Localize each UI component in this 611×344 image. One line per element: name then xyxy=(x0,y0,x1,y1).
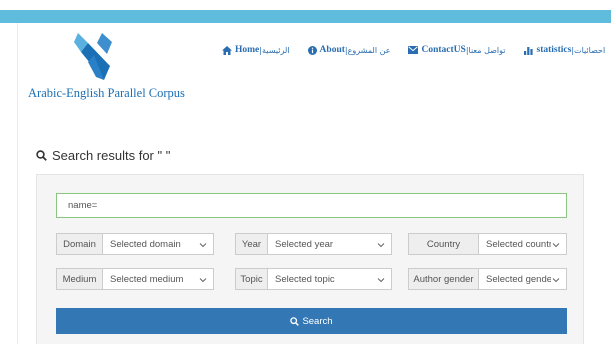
author-gender-filter[interactable]: Author gender Selected gender xyxy=(408,268,567,290)
nav-about-label-ar: |عن المشروع xyxy=(344,45,391,55)
logo-mark-icon xyxy=(74,33,112,80)
medium-label: Medium xyxy=(57,269,103,289)
chevron-down-icon xyxy=(551,240,560,251)
search-button-label: Search xyxy=(302,315,333,327)
nav-statistics[interactable]: statistics |احصائيات xyxy=(523,45,606,55)
author-gender-select-value: Selected gender xyxy=(486,273,556,285)
results-title-text: Search results for " " xyxy=(52,148,171,163)
chevron-down-icon xyxy=(376,275,385,286)
domain-label: Domain xyxy=(57,234,103,254)
search-button[interactable]: Search xyxy=(56,308,567,334)
nav-contact[interactable]: ContactUS |تواصل معنا xyxy=(408,45,506,55)
nav-statistics-label-ar: |احصائيات xyxy=(571,45,606,55)
year-select[interactable]: Selected year xyxy=(268,234,391,254)
site-logo[interactable]: Arabic-English Parallel Corpus xyxy=(28,30,185,100)
search-icon xyxy=(36,150,47,161)
nav-home[interactable]: Home |الرئيسية xyxy=(222,45,290,55)
chevron-down-icon xyxy=(551,275,560,286)
nav-home-label: Home xyxy=(235,45,260,55)
nav-about[interactable]: About |عن المشروع xyxy=(307,45,391,55)
country-select[interactable]: Selected country xyxy=(479,234,566,254)
year-select-value: Selected year xyxy=(275,238,334,250)
year-filter[interactable]: Year Selected year xyxy=(235,233,392,255)
nav-contact-label-ar: |تواصل معنا xyxy=(465,45,506,55)
nav-contact-label: ContactUS xyxy=(421,45,466,55)
results-heading: Search results for " " xyxy=(36,148,170,163)
medium-select[interactable]: Selected medium xyxy=(103,269,213,289)
search-icon xyxy=(290,316,300,326)
main-nav: Home |الرئيسية About |عن المشروع Contact… xyxy=(222,43,605,57)
chevron-down-icon xyxy=(198,240,207,251)
topic-select[interactable]: Selected topic xyxy=(268,269,391,289)
home-icon xyxy=(222,45,232,55)
medium-filter[interactable]: Medium Selected medium xyxy=(56,268,214,290)
info-icon xyxy=(307,45,317,55)
nav-about-label: About xyxy=(319,45,345,55)
nav-statistics-label: statistics xyxy=(536,45,572,55)
topic-select-value: Selected topic xyxy=(275,273,335,285)
site-name: Arabic-English Parallel Corpus xyxy=(28,86,185,100)
domain-filter[interactable]: Domain Selected domain xyxy=(56,233,214,255)
topic-label: Topic xyxy=(236,269,268,289)
country-label: Country xyxy=(409,234,479,254)
top-accent-bar xyxy=(0,10,611,23)
name-search-input[interactable]: name= xyxy=(56,193,567,218)
topic-filter[interactable]: Topic Selected topic xyxy=(235,268,392,290)
author-gender-select[interactable]: Selected gender xyxy=(479,269,566,289)
author-gender-label: Author gender xyxy=(409,269,479,289)
search-form-panel: name= Domain Selected domain Year Select… xyxy=(36,174,584,344)
medium-select-value: Selected medium xyxy=(110,273,184,285)
domain-select-value: Selected domain xyxy=(110,238,181,250)
chevron-down-icon xyxy=(376,240,385,251)
country-select-value: Selected country xyxy=(486,238,557,250)
year-label: Year xyxy=(236,234,268,254)
country-filter[interactable]: Country Selected country xyxy=(408,233,567,255)
envelope-icon xyxy=(408,46,419,54)
domain-select[interactable]: Selected domain xyxy=(103,234,213,254)
bar-chart-icon xyxy=(523,46,534,55)
chevron-down-icon xyxy=(198,275,207,286)
nav-home-label-ar: |الرئيسية xyxy=(259,45,290,55)
page-divider xyxy=(17,23,18,344)
